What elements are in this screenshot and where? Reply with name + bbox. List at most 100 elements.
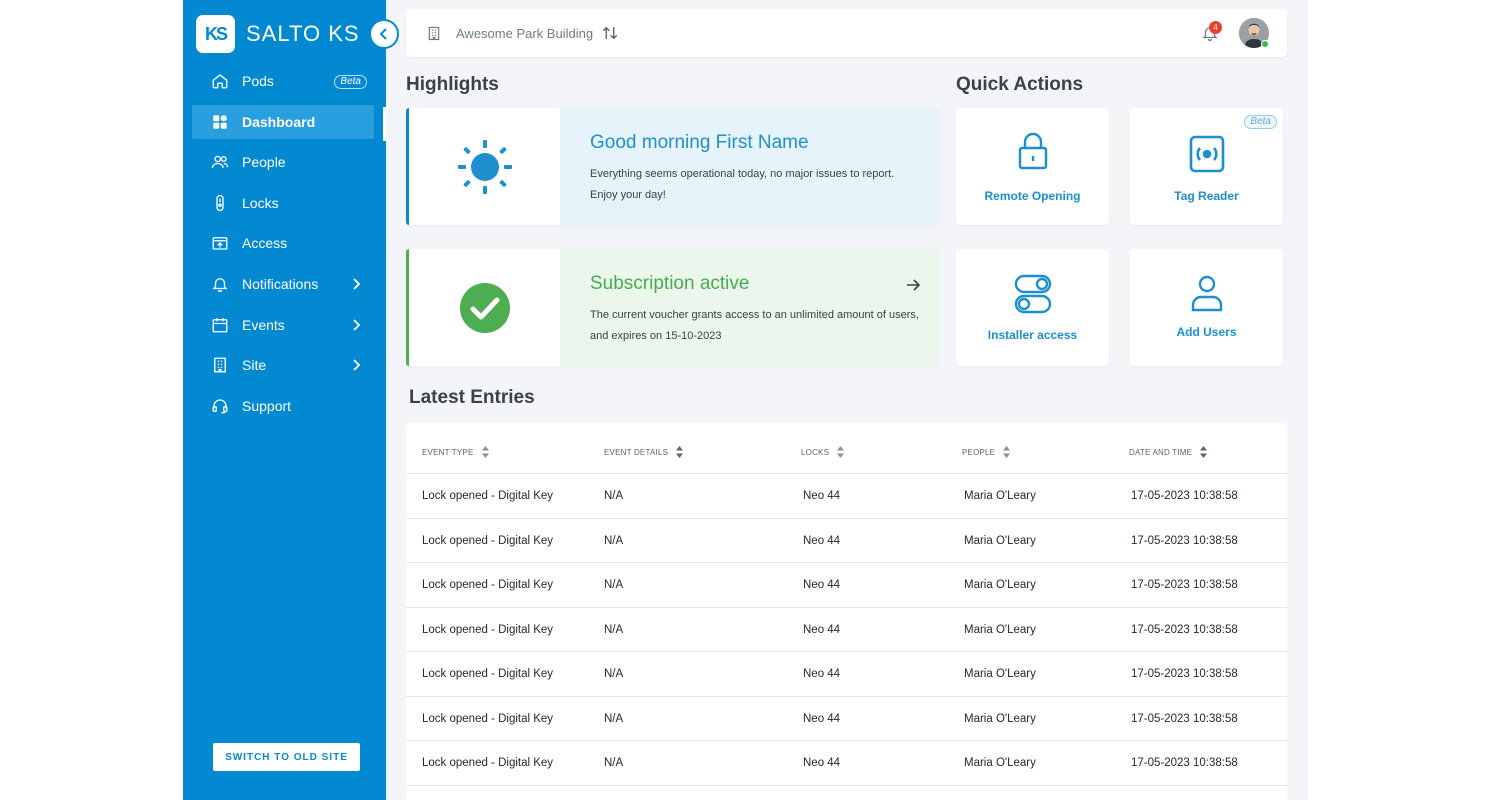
cell-event-details: N/A (604, 623, 624, 636)
cell-event-type: Lock opened - Digital Key (422, 623, 554, 636)
sidebar-item-dashboard[interactable]: Dashboard (192, 104, 374, 139)
tag-reader-button[interactable]: Beta Tag Reader (1130, 108, 1283, 225)
chevron-left-icon (379, 28, 387, 40)
cell-date-time: 17-05-2023 10:38:58 (1131, 623, 1238, 636)
check-circle-icon (459, 282, 510, 333)
cell-person: Maria O'Leary (964, 623, 1036, 636)
sidebar-item-notifications[interactable]: Notifications (192, 267, 374, 301)
cell-event-type: Lock opened - Digital Key (422, 668, 554, 680)
notification-count-badge: 4 (1209, 21, 1222, 34)
greeting-message-line-1: Everything seems operational today, no m… (590, 168, 895, 180)
column-header-date-and-time[interactable]: DATE AND TIME (1129, 446, 1208, 458)
people-icon (211, 153, 229, 171)
quick-action-label: Remote Opening (984, 189, 1081, 203)
sidebar-nav: Pods Beta Dashboard People Locks Access (192, 64, 374, 429)
column-header-event-type[interactable]: EVENT TYPE (422, 446, 489, 458)
cell-lock: Neo 44 (803, 668, 841, 680)
sidebar-item-site[interactable]: Site (192, 348, 374, 382)
swap-icon[interactable] (601, 24, 619, 42)
user-icon (1191, 275, 1222, 312)
cell-event-type: Lock opened - Digital Key (422, 712, 554, 725)
column-header-people[interactable]: PEOPLE (962, 446, 1011, 458)
sidebar: KS SALTO KS Pods Beta Dashboard People L… (183, 0, 386, 800)
table-row[interactable]: Lock opened - Digital Key N/A Neo 44 Mar… (406, 563, 1287, 608)
toggle-icon (1014, 274, 1051, 314)
cell-event-details: N/A (604, 534, 624, 547)
column-header-label: PEOPLE (962, 447, 996, 457)
sidebar-item-label: Site (242, 357, 267, 374)
sidebar-item-label: Notifications (242, 275, 319, 292)
column-header-event-details[interactable]: EVENT DETAILS (604, 446, 684, 458)
table-row[interactable]: Lock opened - Digital Key N/A Neo 44 Mar… (406, 652, 1287, 697)
remote-opening-button[interactable]: Remote Opening (956, 108, 1109, 225)
chevron-right-icon (353, 318, 361, 331)
beta-badge: Beta (334, 75, 367, 89)
sidebar-item-label: Access (242, 235, 288, 252)
cell-lock: Neo 44 (803, 757, 841, 769)
quick-action-label: Add Users (1176, 325, 1237, 339)
installer-access-button[interactable]: Installer access (956, 249, 1109, 366)
subscription-card[interactable]: Subscription active The current voucher … (406, 249, 939, 366)
sort-icon (676, 446, 684, 458)
brand-logo[interactable]: KS SALTO KS (196, 15, 360, 53)
table-row[interactable]: Lock opened - Digital Key N/A Neo 44 Mar… (406, 519, 1287, 563)
sidebar-item-events[interactable]: Events (192, 308, 374, 342)
cell-date-time: 17-05-2023 10:38:58 (1131, 668, 1238, 680)
chevron-right-icon (353, 359, 361, 371)
active-nav-indicator (383, 107, 386, 141)
topbar: Awesome Park Building 4 (406, 9, 1287, 57)
add-users-button[interactable]: Add Users (1130, 249, 1283, 366)
table-row[interactable]: Lock opened - Digital Key N/A Neo 44 Mar… (406, 474, 1287, 519)
subscription-message-line-1: The current voucher grants access to an … (590, 309, 919, 321)
column-header-label: EVENT DETAILS (604, 447, 669, 457)
cell-event-details: N/A (604, 490, 624, 502)
logo-mark: KS (196, 15, 235, 53)
quick-action-label: Tag Reader (1174, 189, 1239, 203)
chevron-right-icon (353, 278, 361, 290)
sort-icon (1003, 446, 1011, 458)
sidebar-item-label: Support (242, 397, 292, 414)
sidebar-item-label: Locks (242, 194, 279, 211)
greeting-message-line-2: Enjoy your day! (590, 189, 666, 201)
sidebar-item-support[interactable]: Support (192, 389, 374, 423)
sort-icon (481, 446, 489, 458)
home-icon (211, 72, 229, 90)
subscription-title: Subscription active (590, 273, 750, 294)
arrow-right-icon[interactable] (905, 277, 921, 293)
cell-event-type: Lock opened - Digital Key (422, 534, 554, 547)
table-row[interactable]: Lock opened - Digital Key N/A Neo 44 Mar… (406, 608, 1287, 652)
cell-date-time: 17-05-2023 10:38:58 (1131, 579, 1238, 591)
access-icon (211, 234, 229, 252)
cell-event-details: N/A (604, 757, 624, 769)
cell-date-time: 17-05-2023 10:38:58 (1131, 712, 1238, 725)
cell-date-time: 17-05-2023 10:38:58 (1131, 757, 1238, 769)
collapse-sidebar-button[interactable] (369, 19, 399, 49)
sidebar-item-label: People (242, 154, 286, 171)
cell-person: Maria O'Leary (964, 712, 1036, 725)
sidebar-item-label: Pods (242, 73, 274, 89)
sidebar-item-locks[interactable]: Locks (192, 186, 374, 220)
table-row[interactable]: Lock opened - Digital Key N/A Neo 44 Mar… (406, 741, 1287, 786)
switch-to-old-site-button[interactable]: SWITCH TO OLD SITE (213, 743, 360, 771)
bell-icon (211, 275, 229, 293)
sidebar-item-access[interactable]: Access (192, 226, 374, 260)
highlights-title: Highlights (406, 74, 499, 95)
cell-lock: Neo 44 (803, 490, 841, 502)
sidebar-item-pods[interactable]: Pods Beta (192, 64, 374, 98)
cell-lock: Neo 44 (803, 534, 841, 547)
cell-event-details: N/A (604, 579, 624, 591)
column-header-locks[interactable]: LOCKS (801, 446, 845, 458)
sidebar-item-people[interactable]: People (192, 145, 374, 179)
latest-entries-title: Latest Entries (409, 387, 535, 408)
cell-lock: Neo 44 (803, 579, 841, 591)
building-icon (428, 26, 440, 41)
sidebar-item-label: Dashboard (242, 113, 316, 130)
sort-icon (837, 446, 845, 458)
beta-badge: Beta (1244, 115, 1277, 129)
brand-name: SALTO KS (246, 21, 360, 46)
building-selector[interactable]: Awesome Park Building (456, 26, 593, 41)
cell-event-details: N/A (604, 668, 624, 680)
cell-date-time: 17-05-2023 10:38:58 (1131, 534, 1238, 547)
table-row[interactable]: Lock opened - Digital Key N/A Neo 44 Mar… (406, 697, 1287, 741)
quick-action-label: Installer access (987, 328, 1078, 342)
